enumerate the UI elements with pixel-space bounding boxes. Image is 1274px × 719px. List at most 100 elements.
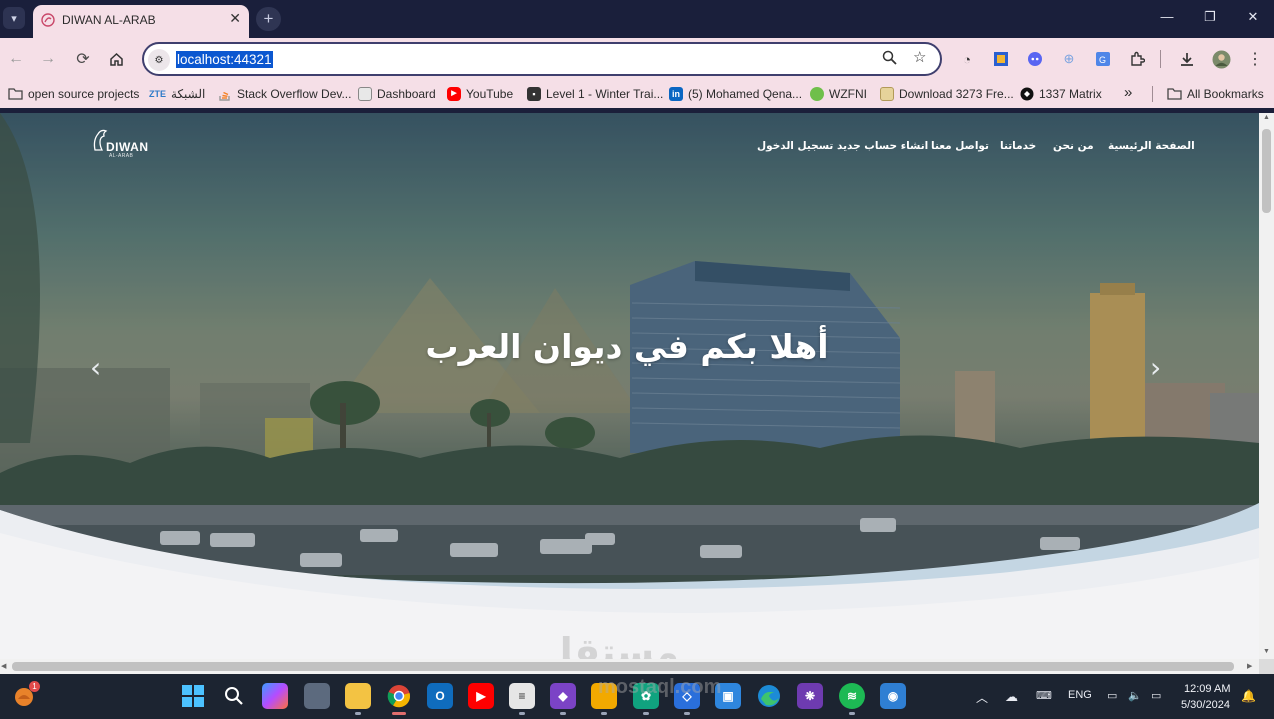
camera-app-icon[interactable]: ◉ [880,683,906,709]
carousel-prev-icon[interactable]: ‹ [90,351,101,384]
outlook-icon[interactable]: O [427,683,453,709]
bookmark-download[interactable]: Download 3273 Fre... [880,87,1014,101]
download-icon[interactable] [1177,49,1197,69]
vpn-globe-icon[interactable]: ⊕ [1059,49,1079,69]
edge-icon[interactable] [756,683,782,709]
bookmarks-overflow-icon[interactable]: » [1124,84,1132,101]
tray-expand-icon[interactable]: ︿ [976,689,988,706]
input-language[interactable]: ENG [1068,689,1092,701]
bookmark-level-1[interactable]: ▪ Level 1 - Winter Trai... [527,87,663,101]
bookmark-dashboard[interactable]: Dashboard [358,87,436,101]
task-view-icon[interactable] [304,683,330,709]
reload-icon[interactable]: ⟳ [72,48,94,70]
menu-kebab-icon[interactable]: ⋮ [1245,49,1265,69]
bookmarks-divider [1152,86,1153,102]
youtube-app-icon[interactable]: ▶ [468,683,494,709]
bookmark-label: All Bookmarks [1187,87,1264,101]
file-explorer-icon[interactable] [345,683,371,715]
notepad-icon[interactable]: ≡ [509,683,535,715]
bookmark-label: open source projects [28,87,140,101]
contact-card-icon: ▪ [527,87,541,101]
folder-icon [1167,88,1182,100]
horizontal-scroll-thumb[interactable] [12,662,1234,671]
site-info-icon[interactable]: ⚙ [148,49,170,71]
nav-register[interactable]: انشاء حساب جديد [837,140,928,152]
tab-search-button[interactable]: ▾ [3,7,25,29]
logo-text: DIWAN [106,140,149,154]
notification-badge: 1 [29,681,40,692]
vertical-scrollbar[interactable]: ▲ ▼ [1259,113,1274,659]
logo-subtext: AL-ARAB [109,153,134,159]
bookmark-star-icon[interactable]: ☆ [913,48,926,66]
address-bar[interactable]: ⚙ localhost:44321 ☆ [142,42,942,76]
translate-extension-icon[interactable]: G [1093,49,1113,69]
bookmark-network[interactable]: ZTE الشبكة [149,87,205,101]
browser-tab-active[interactable]: DIWAN AL-ARAB ✕ [33,5,249,38]
tab-title: DIWAN AL-ARAB [62,13,156,27]
clock-date[interactable]: 5/30/2024 [1181,699,1230,711]
copilot-icon[interactable] [262,683,288,709]
bookmark-wzfni[interactable]: WZFNI [810,87,867,101]
bookmark-label: Dashboard [377,87,436,101]
folder-icon [8,88,23,100]
new-tab-button[interactable]: + [256,7,281,31]
zoom-icon[interactable] [882,50,897,69]
notifications-bell-icon[interactable]: 🔔 [1241,689,1256,703]
scroll-right-icon[interactable]: ▶ [1247,662,1252,670]
site-logo[interactable]: DIWAN AL-ARAB [92,128,156,162]
color-extension-icon[interactable] [991,49,1011,69]
performance-extension-icon[interactable]: ◔ [957,49,977,69]
back-arrow-icon[interactable]: ← [5,48,27,70]
bookmark-1337-matrix[interactable]: 1337 Matrix [1020,87,1102,101]
network-icon[interactable]: ▭ [1107,689,1117,702]
search-icon[interactable] [221,683,247,709]
forward-arrow-icon[interactable]: → [37,48,59,70]
windows-start-icon[interactable] [180,683,206,709]
stackoverflow-icon [219,91,230,101]
visual-studio-icon[interactable]: ◆ [550,683,576,715]
restore-icon[interactable]: ❐ [1198,9,1222,25]
brain-app-icon[interactable]: ❋ [797,683,823,709]
bookmark-label: YouTube [466,87,514,101]
extensions-puzzle-icon[interactable] [1127,49,1147,69]
bookmark-linkedin[interactable]: in (5) Mohamed Qena... [669,87,802,101]
bookmark-label: 1337 Matrix [1039,87,1102,101]
bookmark-label: الشبكة [171,87,206,101]
nav-about[interactable]: من نحن [1053,140,1094,152]
carousel-next-icon[interactable]: › [1150,351,1161,384]
bookmark-youtube[interactable]: ▶ YouTube [447,87,513,101]
youtube-icon: ▶ [447,87,461,101]
clock-time[interactable]: 12:09 AM [1184,683,1230,695]
profile-avatar[interactable] [1211,49,1231,69]
battery-icon[interactable]: ▭ [1151,689,1161,702]
scrollbar-corner [1259,659,1274,674]
scroll-up-icon[interactable]: ▲ [1263,114,1270,121]
discord-extension-icon[interactable] [1025,49,1045,69]
bookmark-stack-overflow[interactable]: Stack Overflow Dev... [218,87,351,101]
onedrive-cloud-icon[interactable]: ☁ [1005,689,1018,705]
bookmark-open-source-projects[interactable]: open source projects [8,87,139,101]
close-window-icon[interactable]: ✕ [1241,9,1265,25]
chrome-icon[interactable] [386,683,412,715]
url-text[interactable]: localhost:44321 [176,51,273,68]
horizontal-scrollbar[interactable]: ◀ ▶ [0,659,1259,674]
nav-home[interactable]: الصفحة الرئيسية [1108,140,1195,152]
scroll-left-icon[interactable]: ◀ [1,662,6,670]
nav-login[interactable]: تسجيل الدخول [757,140,833,152]
minimize-icon[interactable]: — [1155,9,1179,24]
matrix-icon [1020,87,1034,101]
hero-background-image [0,113,1259,659]
tab-close-icon[interactable]: ✕ [229,10,241,27]
nav-contact[interactable]: تواصل معنا [931,140,989,152]
keyboard-icon[interactable]: ⌨ [1036,689,1052,702]
page-viewport: DIWAN AL-ARAB الصفحة الرئيسية من نحن خدم… [0,113,1259,659]
nav-services[interactable]: خدماتنا [1000,140,1036,152]
spotify-icon[interactable]: ≋ [839,683,865,715]
weather-widget-icon[interactable]: 1 [12,681,40,709]
home-icon[interactable] [105,48,127,70]
scroll-down-icon[interactable]: ▼ [1263,648,1270,655]
all-bookmarks[interactable]: All Bookmarks [1167,87,1264,101]
dashboard-icon [358,87,372,101]
volume-icon[interactable]: 🔈 [1128,689,1142,702]
vertical-scroll-thumb[interactable] [1262,129,1271,213]
